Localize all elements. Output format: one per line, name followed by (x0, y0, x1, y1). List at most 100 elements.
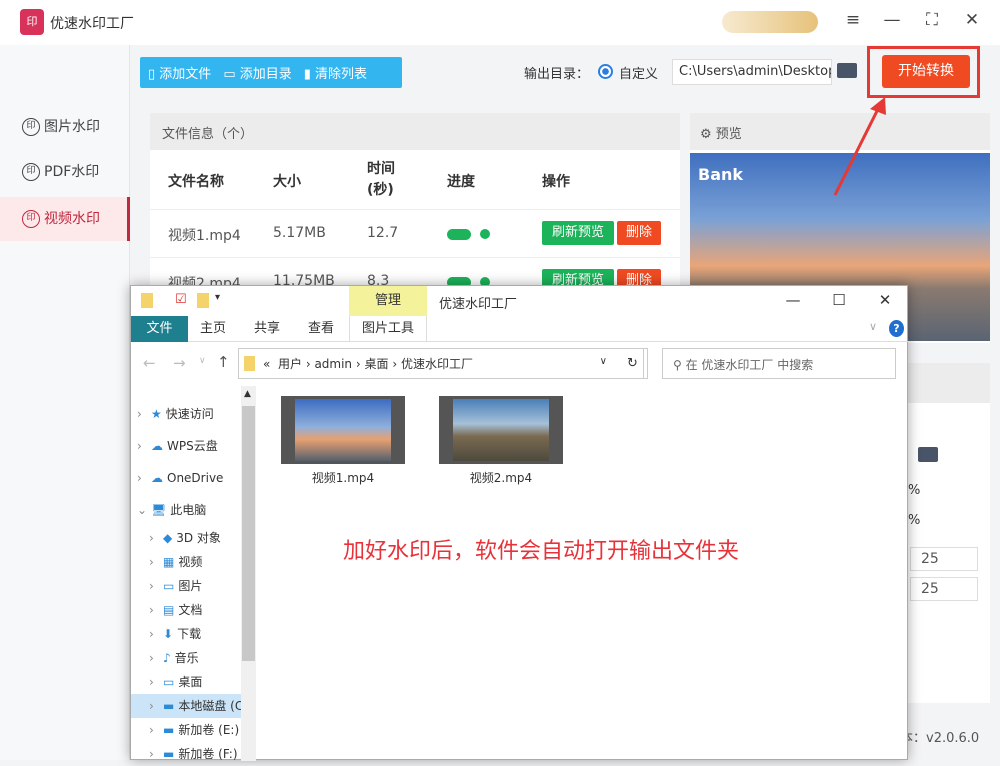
manage-tab[interactable]: 管理 (349, 286, 427, 316)
promo-badge[interactable] (722, 11, 818, 33)
properties-icon[interactable]: ☑ (175, 292, 187, 307)
search-placeholder: 在 优速水印工厂 中搜索 (685, 358, 814, 372)
breadcrumb-item[interactable]: 桌面 (364, 357, 388, 371)
tab-share[interactable]: 共享 (247, 316, 287, 342)
breadcrumb-item[interactable]: admin (314, 357, 352, 371)
nav-label: 下载 (177, 627, 202, 641)
back-button[interactable]: ← (143, 354, 156, 372)
dropdown-icon[interactable]: ▾ (215, 292, 220, 303)
app-title: 优速水印工厂 (50, 16, 134, 32)
nav-item[interactable]: › ▬ 新加卷 (E:) (131, 718, 241, 742)
expand-chevron[interactable]: › (149, 574, 163, 598)
expand-chevron[interactable]: › (137, 434, 151, 458)
nav-label: 图片 (178, 579, 203, 593)
expand-chevron[interactable]: › (137, 466, 151, 490)
file-size: 5.17MB (273, 225, 326, 241)
spin-input[interactable]: 25 (910, 577, 978, 601)
expand-chevron[interactable]: › (149, 622, 163, 646)
tab-file[interactable]: 文件 (131, 316, 188, 342)
sidebar-item-label: 视频水印 (44, 211, 100, 227)
expand-chevron[interactable]: › (149, 694, 163, 718)
maximize-button[interactable]: ⛶ (920, 10, 944, 30)
start-convert-button[interactable]: 开始转换 (882, 55, 970, 88)
sidebar-item-video-watermark[interactable]: 印视频水印 (0, 197, 130, 241)
expand-chevron[interactable]: › (137, 402, 151, 426)
nav-item[interactable]: › ♪ 音乐 (131, 646, 241, 670)
nav-icon: ▦ (163, 555, 175, 569)
check-icon (480, 229, 490, 239)
column-header: 大小 (273, 174, 301, 190)
breadcrumb-item[interactable]: 用户 (278, 357, 302, 371)
menu-icon[interactable]: ≡ (841, 10, 865, 30)
nav-item[interactable]: › ☁ WPS云盘 (131, 434, 241, 458)
forward-button[interactable]: → (173, 354, 186, 372)
tab-picture-tools[interactable]: 图片工具 (349, 316, 427, 342)
close-button[interactable]: ✕ (875, 291, 895, 309)
minimize-button[interactable]: — (783, 291, 803, 309)
label: 添加目录 (239, 67, 292, 82)
expand-chevron[interactable]: ⌄ (137, 498, 151, 522)
new-folder-icon[interactable] (197, 293, 209, 308)
nav-item[interactable]: ›▬本地磁盘 (C:) (131, 694, 241, 718)
expand-ribbon-icon[interactable]: ∨ (869, 320, 877, 333)
minimize-button[interactable]: — (880, 10, 904, 30)
nav-item[interactable]: ⌄ 🖥 此电脑 (131, 498, 241, 522)
file-explorer-window: ☑ ▾ 管理 优速水印工厂 — ☐ ✕ 文件 主页 共享 查看 图片工具 ∨ ?… (130, 285, 909, 761)
navigation-pane: › ★ 快速访问 › ☁ WPS云盘 › ☁ OneDrive ⌄ 🖥 此电脑 › ◆ 3D 对象 › ▦ 视频 ›… (131, 386, 256, 761)
percent-label: % (908, 513, 921, 528)
refresh-button[interactable]: ↻ (618, 348, 648, 379)
add-file-button[interactable]: ▯ 添加文件 (148, 63, 211, 82)
file-item[interactable]: 视频1.mp4 (281, 396, 405, 486)
breadcrumb-overflow[interactable]: « (263, 357, 270, 371)
nav-item[interactable]: › ★ 快速访问 (131, 402, 241, 426)
nav-item[interactable]: › ▤ 文档 (131, 598, 241, 622)
folder-icon[interactable] (837, 63, 857, 78)
expand-chevron[interactable]: › (149, 598, 163, 622)
nav-label: 本地磁盘 (C:) (178, 699, 241, 713)
nav-item[interactable]: › ◆ 3D 对象 (131, 526, 241, 550)
expand-chevron[interactable]: › (149, 742, 163, 766)
nav-item[interactable]: › ▭ 图片 (131, 574, 241, 598)
output-path-input[interactable]: C:\Users\admin\Desktop (672, 59, 832, 85)
close-button[interactable]: ✕ (960, 10, 984, 30)
address-bar[interactable]: « 用户 › admin › 桌面 › 优速水印工厂 ∨ (238, 348, 644, 379)
search-input[interactable]: ⚲ 在 优速水印工厂 中搜索 (662, 348, 896, 379)
folder-icon[interactable] (918, 447, 938, 462)
nav-item[interactable]: › ▭ 桌面 (131, 670, 241, 694)
recent-dropdown[interactable]: ∨ (199, 356, 206, 366)
expand-chevron[interactable]: › (149, 718, 163, 742)
add-folder-button[interactable]: ▭ 添加目录 (223, 63, 291, 82)
expand-chevron[interactable]: › (149, 646, 163, 670)
refresh-preview-button[interactable]: 刷新预览 (542, 221, 614, 245)
help-icon[interactable]: ? (889, 320, 904, 337)
tab-view[interactable]: 查看 (301, 316, 341, 342)
custom-radio[interactable] (598, 64, 613, 79)
nav-label: 文档 (178, 603, 203, 617)
breadcrumb-item[interactable]: 优速水印工厂 (401, 357, 473, 371)
nav-item[interactable]: › ☁ OneDrive (131, 466, 241, 490)
sidebar-item-image-watermark[interactable]: 印图片水印 (0, 105, 130, 149)
spin-input[interactable]: 25 (910, 547, 978, 571)
tab-home[interactable]: 主页 (193, 316, 233, 342)
nav-item[interactable]: › ▬ 新加卷 (F:) (131, 742, 241, 766)
label: 清除列表 (315, 67, 368, 82)
expand-chevron[interactable]: › (149, 550, 163, 574)
nav-icon: ★ (151, 407, 162, 421)
nav-label: WPS云盘 (167, 439, 218, 453)
nav-label: OneDrive (167, 471, 224, 485)
maximize-button[interactable]: ☐ (829, 291, 849, 309)
clear-list-button[interactable]: ▮ 清除列表 (304, 63, 367, 82)
expand-chevron[interactable]: › (149, 526, 163, 550)
sidebar-item-pdf-watermark[interactable]: 印 PDF水印 (0, 150, 130, 194)
expand-chevron[interactable]: › (149, 670, 163, 694)
scroll-up-icon[interactable]: ▲ (244, 389, 251, 399)
nav-item[interactable]: › ⬇ 下载 (131, 622, 241, 646)
up-button[interactable]: ↑ (217, 353, 230, 371)
annotation-arrow (833, 97, 886, 196)
delete-button[interactable]: 删除 (617, 221, 661, 245)
file-item[interactable]: 视频2.mp4 (439, 396, 563, 486)
scrollbar-thumb[interactable] (242, 406, 255, 661)
explorer-titlebar: ☑ ▾ 管理 优速水印工厂 — ☐ ✕ (131, 286, 909, 316)
address-dropdown[interactable]: ∨ (600, 356, 607, 367)
nav-item[interactable]: › ▦ 视频 (131, 550, 241, 574)
